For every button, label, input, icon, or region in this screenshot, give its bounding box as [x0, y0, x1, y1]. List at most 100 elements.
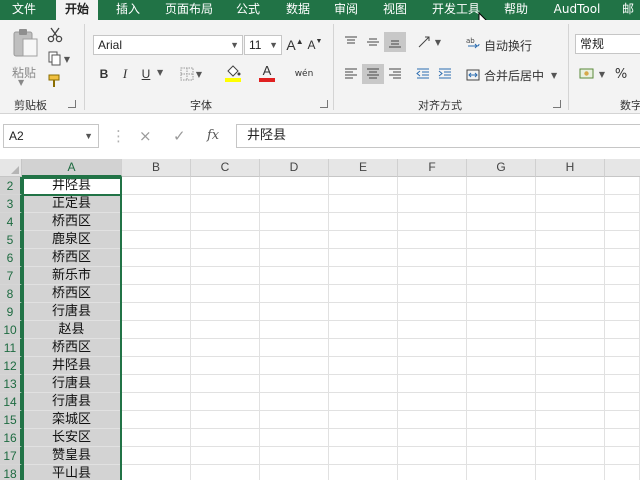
accounting-format-button[interactable]: ▼ [576, 64, 608, 84]
number-format-select[interactable]: 常规 [575, 34, 640, 54]
cell-empty[interactable] [191, 249, 260, 267]
cell-empty[interactable] [467, 195, 536, 213]
cell-empty[interactable] [329, 249, 398, 267]
cell-empty[interactable] [467, 285, 536, 303]
row-header[interactable]: 17 [0, 447, 22, 465]
cell-a[interactable]: 桥西区 [22, 213, 122, 231]
merge-dropdown-icon[interactable]: ▼ [551, 71, 557, 80]
cell-empty[interactable] [260, 339, 329, 357]
cell-empty[interactable] [191, 411, 260, 429]
cell-empty[interactable] [122, 195, 191, 213]
cell-empty[interactable] [467, 321, 536, 339]
tab-formulas[interactable]: 公式 [228, 0, 268, 20]
cell-a[interactable]: 赵县 [22, 321, 122, 339]
phonetic-guide-button[interactable]: wén [292, 62, 316, 86]
cell-empty[interactable] [605, 447, 640, 465]
row-header[interactable]: 15 [0, 411, 22, 429]
cell-empty[interactable] [398, 267, 467, 285]
cell-empty[interactable] [467, 411, 536, 429]
column-header-next[interactable] [605, 159, 640, 177]
align-left-button[interactable] [340, 64, 362, 84]
align-middle-button[interactable] [362, 32, 384, 52]
cell-empty[interactable] [536, 357, 605, 375]
tab-view[interactable]: 视图 [375, 0, 415, 20]
cell-empty[interactable] [260, 213, 329, 231]
format-painter-icon[interactable] [46, 72, 64, 90]
cell-empty[interactable] [260, 195, 329, 213]
cell-a[interactable]: 桥西区 [22, 339, 122, 357]
cell-empty[interactable] [605, 249, 640, 267]
cell-empty[interactable] [191, 267, 260, 285]
cell-a[interactable]: 行唐县 [22, 393, 122, 411]
cell-empty[interactable] [329, 213, 398, 231]
cell-empty[interactable] [467, 249, 536, 267]
enter-icon[interactable]: ✓ [173, 127, 186, 145]
cell-empty[interactable] [260, 375, 329, 393]
cell-empty[interactable] [260, 249, 329, 267]
column-header-h[interactable]: H [536, 159, 605, 177]
cell-empty[interactable] [122, 267, 191, 285]
cell-empty[interactable] [467, 465, 536, 480]
cell-empty[interactable] [467, 429, 536, 447]
cell-empty[interactable] [329, 375, 398, 393]
column-header-e[interactable]: E [329, 159, 398, 177]
cell-empty[interactable] [122, 375, 191, 393]
row-header[interactable]: 8 [0, 285, 22, 303]
fill-color-button[interactable] [218, 62, 248, 84]
cell-empty[interactable] [605, 231, 640, 249]
font-name-select[interactable]: Arial ▼ [93, 35, 243, 55]
paste-dropdown-arrow-icon[interactable]: ▼ [18, 78, 24, 87]
cell-empty[interactable] [260, 303, 329, 321]
cell-empty[interactable] [122, 321, 191, 339]
cell-empty[interactable] [191, 231, 260, 249]
cell-empty[interactable] [191, 285, 260, 303]
cell-empty[interactable] [467, 375, 536, 393]
row-header[interactable]: 16 [0, 429, 22, 447]
cell-empty[interactable] [191, 321, 260, 339]
cell-empty[interactable] [329, 285, 398, 303]
cell-empty[interactable] [191, 195, 260, 213]
bold-button[interactable]: B [95, 64, 113, 84]
cell-empty[interactable] [467, 231, 536, 249]
alignment-launcher-icon[interactable] [553, 100, 561, 108]
cell-empty[interactable] [122, 357, 191, 375]
cell-empty[interactable] [605, 303, 640, 321]
row-header[interactable]: 3 [0, 195, 22, 213]
cell-empty[interactable] [329, 447, 398, 465]
percent-style-button[interactable]: % [612, 64, 630, 84]
cancel-icon[interactable]: × [139, 127, 152, 145]
font-size-select[interactable]: 11 ▼ [244, 35, 282, 55]
row-header[interactable]: 13 [0, 375, 22, 393]
cell-empty[interactable] [536, 267, 605, 285]
wrap-text-button[interactable]: 自动换行 [484, 37, 532, 54]
paste-icon[interactable] [8, 26, 42, 60]
cell-a[interactable]: 栾城区 [22, 411, 122, 429]
cell-empty[interactable] [260, 267, 329, 285]
cell-empty[interactable] [191, 465, 260, 480]
tab-help[interactable]: 帮助 [496, 0, 536, 20]
column-header-c[interactable]: C [191, 159, 260, 177]
cell-empty[interactable] [122, 303, 191, 321]
cell-a[interactable]: 赞皇县 [22, 447, 122, 465]
tab-data[interactable]: 数据 [278, 0, 318, 20]
cell-empty[interactable] [536, 321, 605, 339]
cell-empty[interactable] [122, 177, 191, 195]
row-header[interactable]: 7 [0, 267, 22, 285]
cell-empty[interactable] [536, 375, 605, 393]
increase-font-size-button[interactable]: A ▲ [286, 35, 304, 55]
cell-a[interactable]: 长安区 [22, 429, 122, 447]
cell-empty[interactable] [605, 429, 640, 447]
cell-a[interactable]: 桥西区 [22, 249, 122, 267]
cell-empty[interactable] [260, 177, 329, 195]
cell-empty[interactable] [122, 411, 191, 429]
insert-function-icon[interactable]: fx [207, 127, 219, 145]
cell-a[interactable]: 桥西区 [22, 285, 122, 303]
cell-empty[interactable] [605, 213, 640, 231]
cell-empty[interactable] [122, 447, 191, 465]
cell-empty[interactable] [398, 249, 467, 267]
cell-empty[interactable] [398, 285, 467, 303]
cell-empty[interactable] [191, 339, 260, 357]
cell-empty[interactable] [191, 213, 260, 231]
cell-empty[interactable] [536, 447, 605, 465]
row-header[interactable]: 9 [0, 303, 22, 321]
